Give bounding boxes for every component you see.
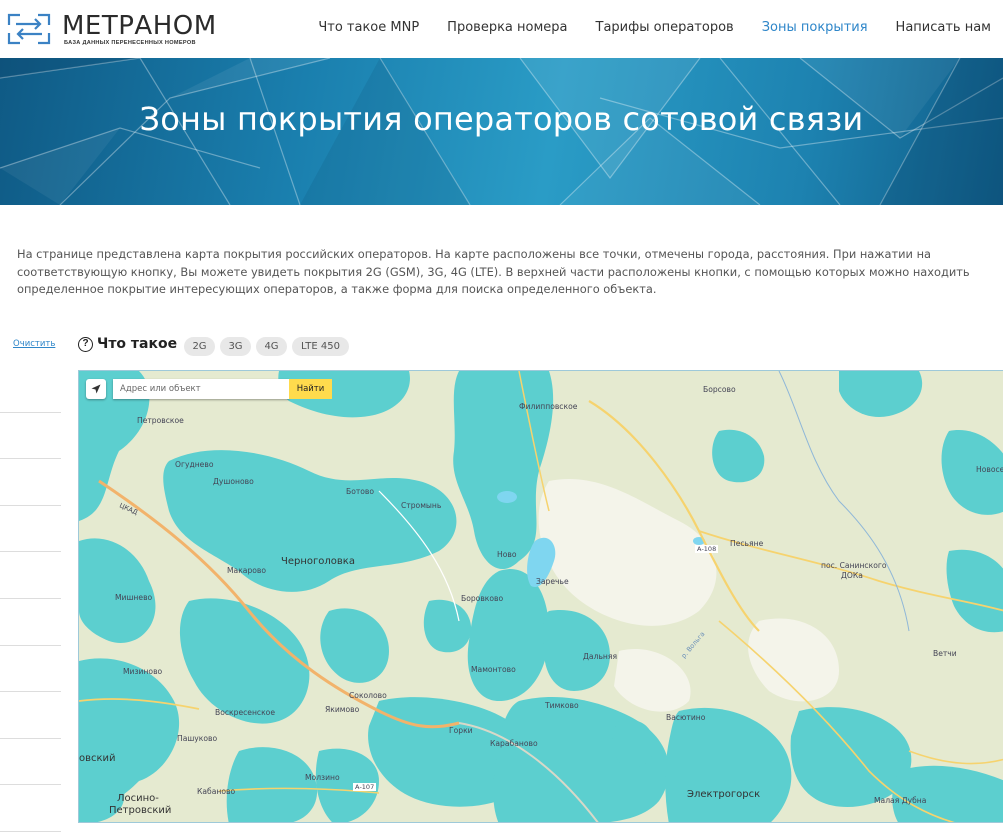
operator-row[interactable] (0, 599, 61, 646)
map-label: Борcово (703, 385, 736, 394)
location-arrow-icon (91, 384, 101, 394)
map-label: Новосе (976, 465, 1003, 474)
map-label: овский (79, 753, 116, 764)
map-canvas[interactable] (79, 371, 1003, 823)
site-header: МЕТРАНОМ БАЗА ДАННЫХ ПЕРЕНЕСЕННЫХ НОМЕРО… (0, 0, 1003, 58)
operator-row[interactable] (0, 413, 61, 460)
map-label: Мамонтово (471, 665, 516, 674)
map-label: Петровский (109, 805, 172, 816)
logo[interactable]: МЕТРАНОМ БАЗА ДАННЫХ ПЕРЕНЕСЕННЫХ НОМЕРО… (6, 9, 216, 49)
map-label: Соколово (349, 691, 387, 700)
operator-row[interactable] (0, 646, 61, 693)
chip-2g[interactable]: 2G (184, 337, 215, 356)
operator-row[interactable] (0, 459, 61, 506)
map-label: Душоново (213, 477, 254, 486)
map-label: Электрогорск (687, 789, 761, 800)
operator-row[interactable] (0, 785, 61, 832)
map-label: пос. Санинского (821, 561, 887, 570)
map-label: Боровково (461, 594, 504, 603)
road-sign: А-107 (353, 783, 377, 791)
map-label: Малая Дубна (874, 796, 927, 805)
page-title: Зоны покрытия операторов сотовой связи (139, 100, 864, 138)
nav-item-tariffs[interactable]: Тарифы операторов (596, 20, 734, 35)
operator-row[interactable] (0, 739, 61, 786)
map-label: Карабаново (490, 739, 538, 748)
nav-item-coverage[interactable]: Зоны покрытия (762, 20, 868, 35)
map-label: Филипповское (519, 402, 578, 411)
map-label: Черноголовка (281, 556, 355, 567)
clear-link[interactable]: Очистить (13, 339, 55, 349)
map-label: Лосино- (117, 793, 159, 804)
chip-3g[interactable]: 3G (220, 337, 251, 356)
map-label: Воскресенское (215, 708, 276, 717)
map-label: Ветчи (933, 649, 957, 658)
main-nav: Что такое MNP Проверка номера Тарифы опе… (318, 20, 991, 35)
map-label: Якимово (325, 705, 360, 714)
operator-list (0, 366, 61, 832)
coverage-map[interactable]: Петровское Огудневo Душоново Ботово Стро… (78, 370, 1003, 823)
map-label: Огудневo (175, 460, 214, 469)
help-icon[interactable]: ? (78, 337, 93, 352)
map-label: Тимково (545, 701, 579, 710)
map-label: Мишнево (115, 593, 153, 602)
intro-text: На странице представлена карта покрытия … (17, 247, 970, 296)
logo-subtitle: БАЗА ДАННЫХ ПЕРЕНЕСЕННЫХ НОМЕРОВ (64, 40, 196, 46)
operator-row[interactable] (0, 506, 61, 553)
hero-banner: Зоны покрытия операторов сотовой связи (0, 58, 1003, 205)
map-label: Заречье (536, 577, 569, 586)
logo-name: МЕТРАНОМ (62, 11, 217, 41)
nav-item-contact[interactable]: Написать нам (896, 20, 991, 35)
nav-item-mnp[interactable]: Что такое MNP (318, 20, 419, 35)
what-is-title[interactable]: Что такое (97, 336, 177, 352)
chip-lte450[interactable]: LTE 450 (292, 337, 349, 356)
chip-4g[interactable]: 4G (256, 337, 287, 356)
map-label: Горки (449, 726, 473, 735)
operator-row[interactable] (0, 366, 61, 413)
map-label: Петровское (137, 416, 184, 425)
geolocation-button[interactable] (86, 379, 106, 399)
map-label: Песьяне (730, 539, 764, 548)
map-label: Васютино (666, 713, 706, 722)
operator-row[interactable] (0, 552, 61, 599)
map-label: Стромынь (401, 501, 442, 510)
operator-row[interactable] (0, 692, 61, 739)
logo-arrows-icon (7, 13, 51, 45)
map-label: Ботово (346, 487, 375, 496)
map-label: ДОКа (841, 571, 863, 580)
map-search-input[interactable] (113, 379, 289, 399)
map-label: Кабаново (197, 787, 236, 796)
road-sign: А-108 (695, 545, 719, 553)
nav-item-check-number[interactable]: Проверка номера (447, 20, 567, 35)
map-search-button[interactable]: Найти (289, 379, 332, 399)
map-label: Ново (497, 550, 517, 559)
map-label: Мизиново (123, 667, 163, 676)
map-label: Макарово (227, 566, 267, 575)
map-label: Молзино (305, 773, 340, 782)
map-label: Дальняя (583, 652, 618, 661)
map-label: Пашуково (177, 734, 218, 743)
